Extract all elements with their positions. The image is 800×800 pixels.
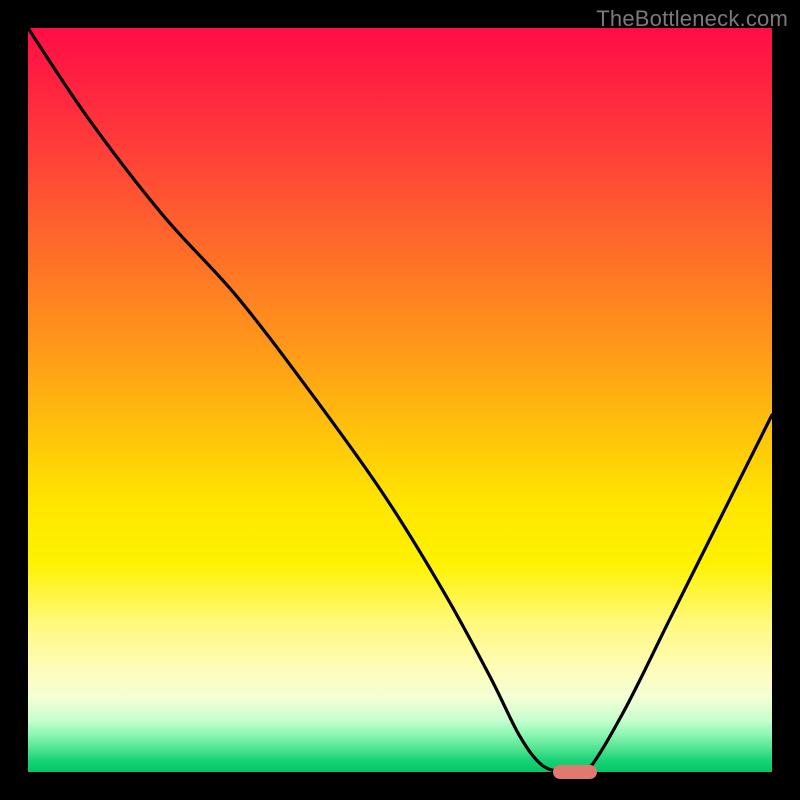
chart-frame: TheBottleneck.com [0, 0, 800, 800]
bottleneck-curve [28, 28, 772, 772]
watermark-text: TheBottleneck.com [596, 6, 788, 32]
plot-area [28, 28, 772, 772]
optimal-marker [553, 765, 598, 780]
